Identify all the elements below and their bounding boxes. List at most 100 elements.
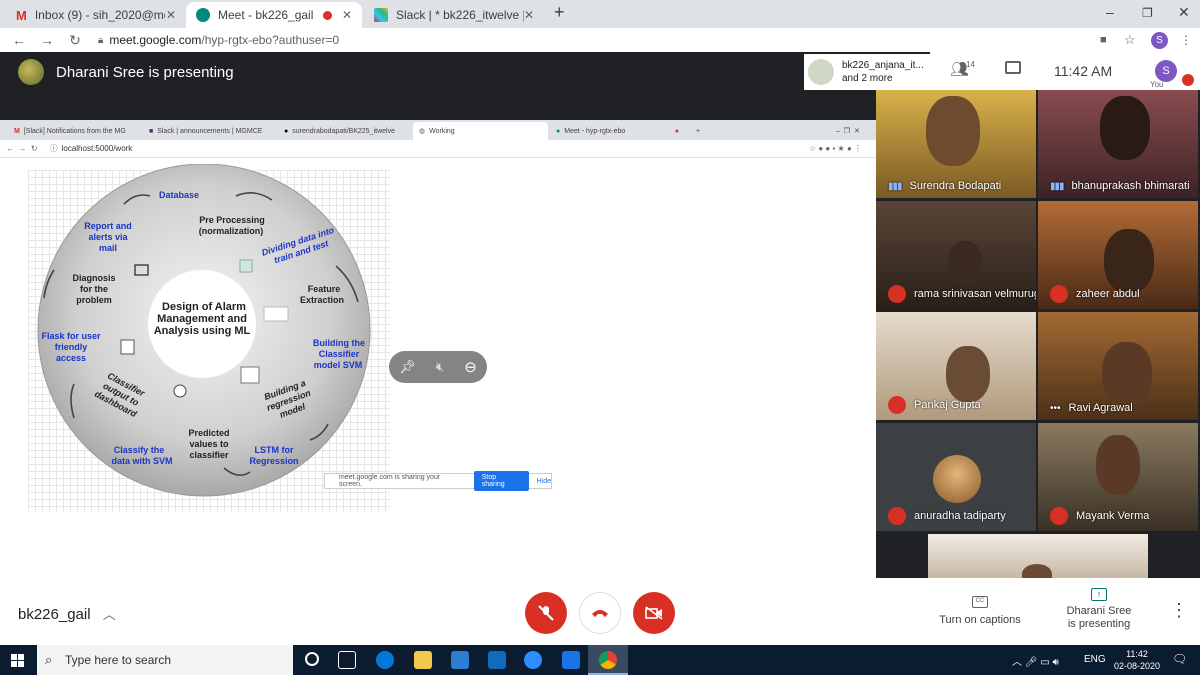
menu-icon[interactable]: ⋮ xyxy=(1180,33,1192,47)
others-presenting-card[interactable]: bk226_anjana_it... and 2 more xyxy=(804,54,930,90)
participant-tile[interactable]: ▮▮▮ bhanuprakash bhimarati xyxy=(1038,90,1198,198)
gmail-icon: M xyxy=(14,127,20,135)
close-icon[interactable]: ✕ xyxy=(524,8,534,22)
chat-icon[interactable] xyxy=(1005,61,1021,74)
stop-sharing-button[interactable]: Stop sharing xyxy=(473,471,529,491)
step-lstm-1: LSTM for xyxy=(255,445,294,455)
self-avatar[interactable]: S xyxy=(1155,60,1177,82)
extension-icons: ☆ ● ● ▪ ★ ● ⋮ xyxy=(808,144,862,153)
new-tab-button[interactable]: + xyxy=(554,2,565,23)
tab-title: Meet - bk226_gail xyxy=(218,8,314,22)
participant-tile[interactable]: rama srinivasan velmurug... xyxy=(876,201,1036,309)
video-person xyxy=(1022,564,1052,578)
close-window-button[interactable]: ✕ xyxy=(1178,4,1190,21)
meet-control-bar: bk226_gail ︿ CC Turn on captions ↑ Dhara… xyxy=(0,578,1200,645)
store-icon[interactable] xyxy=(451,651,469,669)
tab-meet[interactable]: Meet - bk226_gail ✕ xyxy=(186,2,362,28)
step-preprocessing-1: Pre Processing xyxy=(199,215,265,225)
ml-workflow-diagram: Design of Alarm Management and Analysis … xyxy=(37,164,371,497)
participant-tile[interactable]: Pankaj Gupta xyxy=(876,312,1036,420)
participant-tile[interactable] xyxy=(928,534,1148,578)
meet-icon: ● xyxy=(556,127,561,135)
dashboard-icon xyxy=(120,339,135,355)
gear-icon xyxy=(239,259,253,273)
tab-gmail[interactable]: M Inbox (9) - sih_2020@mgmcet.ac ✕ xyxy=(6,2,186,28)
taskbar-search[interactable]: ⌕ Type here to search xyxy=(37,645,293,675)
task-view-icon[interactable] xyxy=(338,651,356,669)
shared-tab: ■ Slack | announcements | MGMCE xyxy=(149,127,263,135)
shared-tab-strip: M [Slack] Notifications from the MG ■ Slac… xyxy=(0,120,876,140)
tray-icons[interactable]: ︿ 🎤︎ ▭ 🔊︎ xyxy=(1012,653,1059,668)
reload-icon[interactable]: ↻ xyxy=(66,32,84,49)
more-options-icon[interactable]: ⋮ xyxy=(1170,600,1188,621)
video-person xyxy=(1096,435,1140,495)
forward-icon[interactable]: → xyxy=(38,32,56,48)
url-field[interactable]: meet.google.com/hyp-rgtx-ebo?authuser=0 xyxy=(109,33,339,47)
camera-toggle-button[interactable] xyxy=(633,592,675,634)
avatar xyxy=(933,455,981,503)
mic-off-icon xyxy=(888,396,906,414)
chrome-taskbar-button[interactable] xyxy=(588,645,628,675)
pin-icon[interactable]: 📌︎ xyxy=(399,359,416,375)
search-icon: ⌕ xyxy=(45,652,53,667)
participant-name: Ravi Agrawal xyxy=(1068,402,1133,414)
edge-icon[interactable] xyxy=(376,651,394,669)
gmail-icon: M xyxy=(16,7,27,23)
step-building-1: Building the xyxy=(313,338,365,348)
shared-window-controls: – ❐ ✕ xyxy=(836,128,860,135)
taskbar-clock[interactable]: 11:42 02-08-2020 xyxy=(1112,648,1162,672)
back-icon[interactable]: ← xyxy=(10,32,28,48)
notification-icon[interactable]: 🗨︎ xyxy=(1172,652,1187,666)
participant-tile[interactable]: Mayank Verma xyxy=(1038,423,1198,531)
mic-toggle-button[interactable] xyxy=(525,592,567,634)
hide-button[interactable]: Hide xyxy=(537,478,551,485)
globe-icon: ◍ xyxy=(419,128,426,135)
maximize-button[interactable]: ❐ xyxy=(1142,6,1153,20)
step-flask-3: access xyxy=(56,353,86,363)
zoom-icon[interactable] xyxy=(524,651,542,669)
file-explorer-icon[interactable] xyxy=(414,651,432,669)
meeting-details[interactable]: bk226_gail ︿ xyxy=(18,604,116,623)
recording-dot-icon xyxy=(322,10,332,20)
mic-off-icon xyxy=(1050,285,1068,303)
close-icon[interactable]: ✕ xyxy=(166,8,176,22)
windows-start-icon[interactable] xyxy=(11,654,24,667)
captions-icon: CC xyxy=(972,596,988,608)
minimize-button[interactable]: – xyxy=(1106,4,1114,20)
remove-icon[interactable]: ⊖ xyxy=(464,358,477,376)
mail-app-icon[interactable] xyxy=(488,651,506,669)
participant-name: Pankaj Gupta xyxy=(914,399,981,411)
step-report-1: Report and xyxy=(84,221,132,231)
cortana-icon[interactable] xyxy=(305,652,319,666)
presenter-banner: Dharani Sree is presenting xyxy=(18,59,234,85)
mute-icon[interactable]: 🔇︎ xyxy=(436,359,444,375)
step-preprocessing-2: (normalization) xyxy=(199,226,264,236)
leave-call-button[interactable] xyxy=(579,592,621,634)
participant-tile[interactable]: ▮▮▮ Surendra Bodapati xyxy=(876,90,1036,198)
github-icon: ● xyxy=(284,127,289,135)
slack-icon: ■ xyxy=(149,127,154,135)
language-indicator[interactable]: ENG xyxy=(1084,654,1106,665)
others-more: and 2 more xyxy=(842,73,893,84)
windows-taskbar: ⌕ Type here to search ︿ 🎤︎ ▭ 🔊︎ ENG 11:4… xyxy=(0,645,1200,675)
present-icon: ↑ xyxy=(1091,588,1107,601)
star-icon[interactable]: ☆ xyxy=(1124,32,1136,48)
recording-dot-icon: ● xyxy=(674,127,679,135)
tab-title: Slack | * bk226_itwelve | MGMCE xyxy=(396,8,524,22)
shared-tab-active: ◍ Working xyxy=(413,122,548,140)
tab-slack[interactable]: Slack | * bk226_itwelve | MGMCE ✕ xyxy=(364,2,544,28)
close-icon[interactable]: ✕ xyxy=(342,8,352,22)
participant-name: bhanuprakash bhimarati xyxy=(1071,180,1190,192)
video-person xyxy=(1102,342,1152,406)
app-icon[interactable] xyxy=(562,651,580,669)
captions-button[interactable]: CC Turn on captions xyxy=(930,596,1030,626)
present-button[interactable]: ↑ Dharani Sree is presenting xyxy=(1054,588,1144,631)
profile-avatar[interactable]: S xyxy=(1151,31,1168,49)
step-flask-1: Flask for user xyxy=(41,331,101,341)
participant-tile[interactable]: zaheer abdul xyxy=(1038,201,1198,309)
more-icon: ••• xyxy=(1050,402,1061,414)
sharing-notice: meet.google.com is sharing your screen. … xyxy=(324,471,552,491)
participant-tile[interactable]: anuradha tadiparty xyxy=(876,423,1036,531)
camera-icon[interactable]: ■ xyxy=(1100,34,1107,46)
participant-tile[interactable]: ••• Ravi Agrawal xyxy=(1038,312,1198,420)
